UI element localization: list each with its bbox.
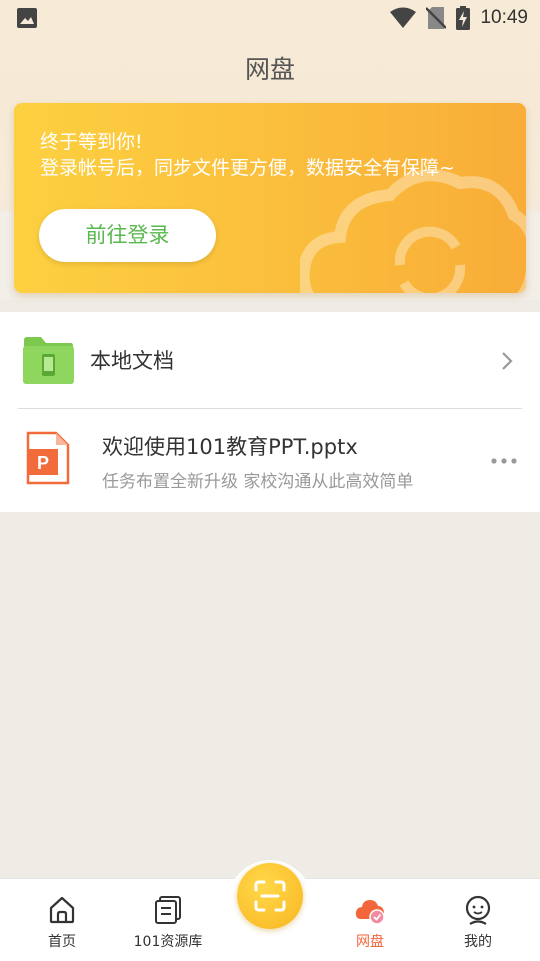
chevron-right-icon (502, 352, 513, 370)
nav-profile-label: 我的 (464, 934, 492, 950)
page-title: 网盘 (244, 55, 295, 84)
banner-line-2: 登录帐号后，同步文件更方便，数据安全有保障~ (40, 157, 455, 179)
file-name: 欢迎使用101教育PPT.pptx (102, 435, 358, 459)
ppt-file-icon: P (26, 431, 70, 485)
cloud-sync-icon (300, 169, 526, 293)
wifi-icon (390, 7, 417, 28)
battery-charging-icon (456, 6, 471, 30)
image-notification-icon (17, 8, 37, 28)
nav-profile[interactable]: 我的 (428, 879, 528, 961)
nav-cloud-disk[interactable]: 网盘 (320, 879, 420, 961)
nav-home-label: 首页 (48, 934, 76, 950)
more-options-icon[interactable] (490, 457, 518, 465)
local-documents-row[interactable]: 本地文档 (0, 312, 540, 408)
scan-icon (254, 880, 286, 912)
nav-home[interactable]: 首页 (12, 879, 112, 961)
svg-text:P: P (37, 453, 49, 473)
file-description: 任务布置全新升级 家校沟通从此高效简单 (102, 472, 414, 492)
banner-line-1: 终于等到你! (40, 131, 143, 153)
banner-message: 终于等到你! 登录帐号后，同步文件更方便，数据安全有保障~ (40, 129, 455, 181)
nav-resource-library-label: 101资源库 (133, 934, 203, 950)
home-icon (49, 896, 75, 924)
resource-library-icon (155, 896, 181, 924)
nav-cloud-disk-label: 网盘 (356, 934, 384, 950)
login-banner: 终于等到你! 登录帐号后，同步文件更方便，数据安全有保障~ 前往登录 (14, 103, 526, 293)
cloud-disk-icon (355, 900, 385, 925)
status-clock: 10:49 (480, 7, 528, 28)
login-button[interactable]: 前往登录 (39, 209, 216, 262)
status-bar: 10:49 (0, 0, 540, 36)
list-item[interactable]: P 欢迎使用101教育PPT.pptx 任务布置全新升级 家校沟通从此高效简单 (0, 409, 540, 512)
folder-icon (23, 337, 74, 384)
profile-icon (465, 895, 491, 925)
file-list: 本地文档 P 欢迎使用101教育PPT.pptx 任务布置全新升级 家校沟通从此… (0, 312, 540, 512)
scan-button[interactable] (237, 863, 303, 929)
nav-resource-library[interactable]: 101资源库 (118, 879, 218, 961)
no-sim-icon (426, 7, 447, 29)
local-documents-label: 本地文档 (90, 349, 174, 373)
